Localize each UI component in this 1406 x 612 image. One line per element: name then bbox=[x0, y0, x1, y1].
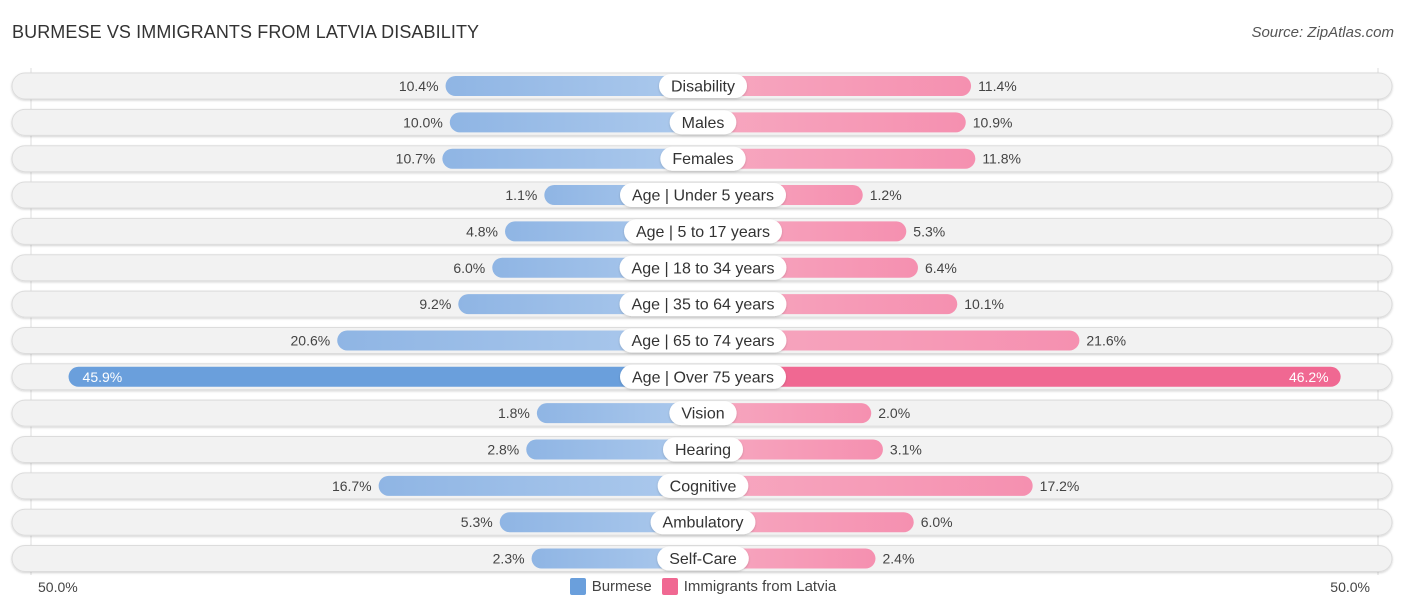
chart-row: 1.8% 2.0% Vision bbox=[11, 399, 1393, 427]
bar-burmese bbox=[68, 366, 704, 387]
chart-row: 2.8% 3.1% Hearing bbox=[11, 436, 1393, 463]
bar-burmese bbox=[449, 112, 703, 133]
value-label-latvia: 46.2% bbox=[1289, 369, 1329, 385]
category-label: Self-Care bbox=[669, 551, 737, 568]
chart-row: 2.3% 2.4% Self-Care bbox=[11, 545, 1393, 573]
chart-row: 6.0% 6.4% Age | 18 to 34 years bbox=[11, 254, 1393, 282]
legend-swatch-latvia bbox=[661, 578, 678, 595]
category-label: Age | 65 to 74 years bbox=[632, 333, 775, 350]
legend-swatch-burmese bbox=[569, 578, 586, 595]
category-label: Cognitive bbox=[670, 478, 737, 495]
value-label-burmese: 6.0% bbox=[453, 260, 485, 276]
legend-item-latvia: Immigrants from Latvia bbox=[661, 578, 837, 595]
value-label-burmese: 2.3% bbox=[493, 551, 525, 567]
category-label: Age | 18 to 34 years bbox=[632, 260, 775, 277]
chart-row: 45.9% 46.2% Age | Over 75 years bbox=[11, 363, 1393, 391]
value-label-burmese: 10.7% bbox=[396, 151, 436, 167]
value-label-latvia: 3.1% bbox=[890, 442, 922, 458]
chart-row: 9.2% 10.1% Age | 35 to 64 years bbox=[11, 290, 1393, 318]
bar-latvia bbox=[703, 112, 966, 133]
category-label: Females bbox=[672, 151, 733, 168]
category-label: Disability bbox=[671, 79, 735, 96]
value-label-latvia: 1.2% bbox=[870, 187, 902, 203]
diverging-bar-chart: 10.4% 11.4% Disability 10.0% 10.9% Males 10.7%… bbox=[11, 68, 1393, 575]
chart-row: 10.7% 11.8% Females bbox=[11, 145, 1393, 173]
chart-row: 5.3% 6.0% Ambulatory bbox=[11, 508, 1393, 536]
value-label-burmese: 16.7% bbox=[332, 478, 372, 494]
category-label: Hearing bbox=[675, 442, 731, 459]
value-label-latvia: 11.8% bbox=[982, 151, 1021, 167]
chart-row: 4.8% 5.3% Age | 5 to 17 years bbox=[11, 217, 1393, 245]
value-label-burmese: 20.6% bbox=[291, 332, 331, 348]
category-label: Males bbox=[682, 115, 725, 132]
value-label-burmese: 4.8% bbox=[466, 223, 498, 239]
value-label-latvia: 10.1% bbox=[964, 296, 1004, 312]
value-label-burmese: 10.4% bbox=[399, 78, 439, 94]
value-label-latvia: 10.9% bbox=[973, 114, 1013, 130]
value-label-burmese: 10.0% bbox=[403, 114, 443, 130]
chart-row: 20.6% 21.6% Age | 65 to 74 years bbox=[11, 326, 1393, 354]
bar-latvia bbox=[703, 475, 1033, 496]
value-label-burmese: 45.9% bbox=[83, 369, 123, 385]
category-label: Vision bbox=[681, 406, 724, 423]
value-label-burmese: 1.8% bbox=[498, 405, 530, 421]
legend-label-latvia: Immigrants from Latvia bbox=[683, 578, 837, 595]
chart-row: 1.1% 1.2% Age | Under 5 years bbox=[11, 181, 1393, 209]
value-label-latvia: 2.0% bbox=[878, 405, 910, 421]
value-label-latvia: 6.0% bbox=[921, 514, 953, 530]
value-label-latvia: 11.4% bbox=[978, 78, 1017, 94]
category-label: Age | Under 5 years bbox=[632, 188, 774, 205]
category-label: Age | 5 to 17 years bbox=[636, 224, 770, 241]
value-label-latvia: 2.4% bbox=[882, 551, 914, 567]
value-label-burmese: 1.1% bbox=[505, 187, 537, 203]
legend: Burmese Immigrants from Latvia bbox=[0, 578, 1406, 595]
value-label-latvia: 6.4% bbox=[925, 260, 957, 276]
legend-label-burmese: Burmese bbox=[591, 578, 652, 595]
category-label: Age | 35 to 64 years bbox=[632, 297, 775, 314]
bar-burmese bbox=[378, 475, 703, 496]
value-label-burmese: 5.3% bbox=[461, 514, 493, 530]
value-label-burmese: 2.8% bbox=[487, 442, 519, 458]
value-label-burmese: 9.2% bbox=[419, 296, 451, 312]
chart-row: 16.7% 17.2% Cognitive bbox=[11, 472, 1393, 500]
value-label-latvia: 21.6% bbox=[1086, 332, 1126, 348]
chart-row: 10.4% 11.4% Disability bbox=[11, 72, 1393, 100]
legend-item-burmese: Burmese bbox=[569, 578, 652, 595]
value-label-latvia: 5.3% bbox=[913, 223, 945, 239]
bar-latvia bbox=[703, 366, 1341, 387]
category-label: Age | Over 75 years bbox=[632, 369, 774, 386]
category-label: Ambulatory bbox=[663, 515, 744, 532]
chart-row: 10.0% 10.9% Males bbox=[11, 108, 1393, 136]
value-label-latvia: 17.2% bbox=[1040, 478, 1080, 494]
